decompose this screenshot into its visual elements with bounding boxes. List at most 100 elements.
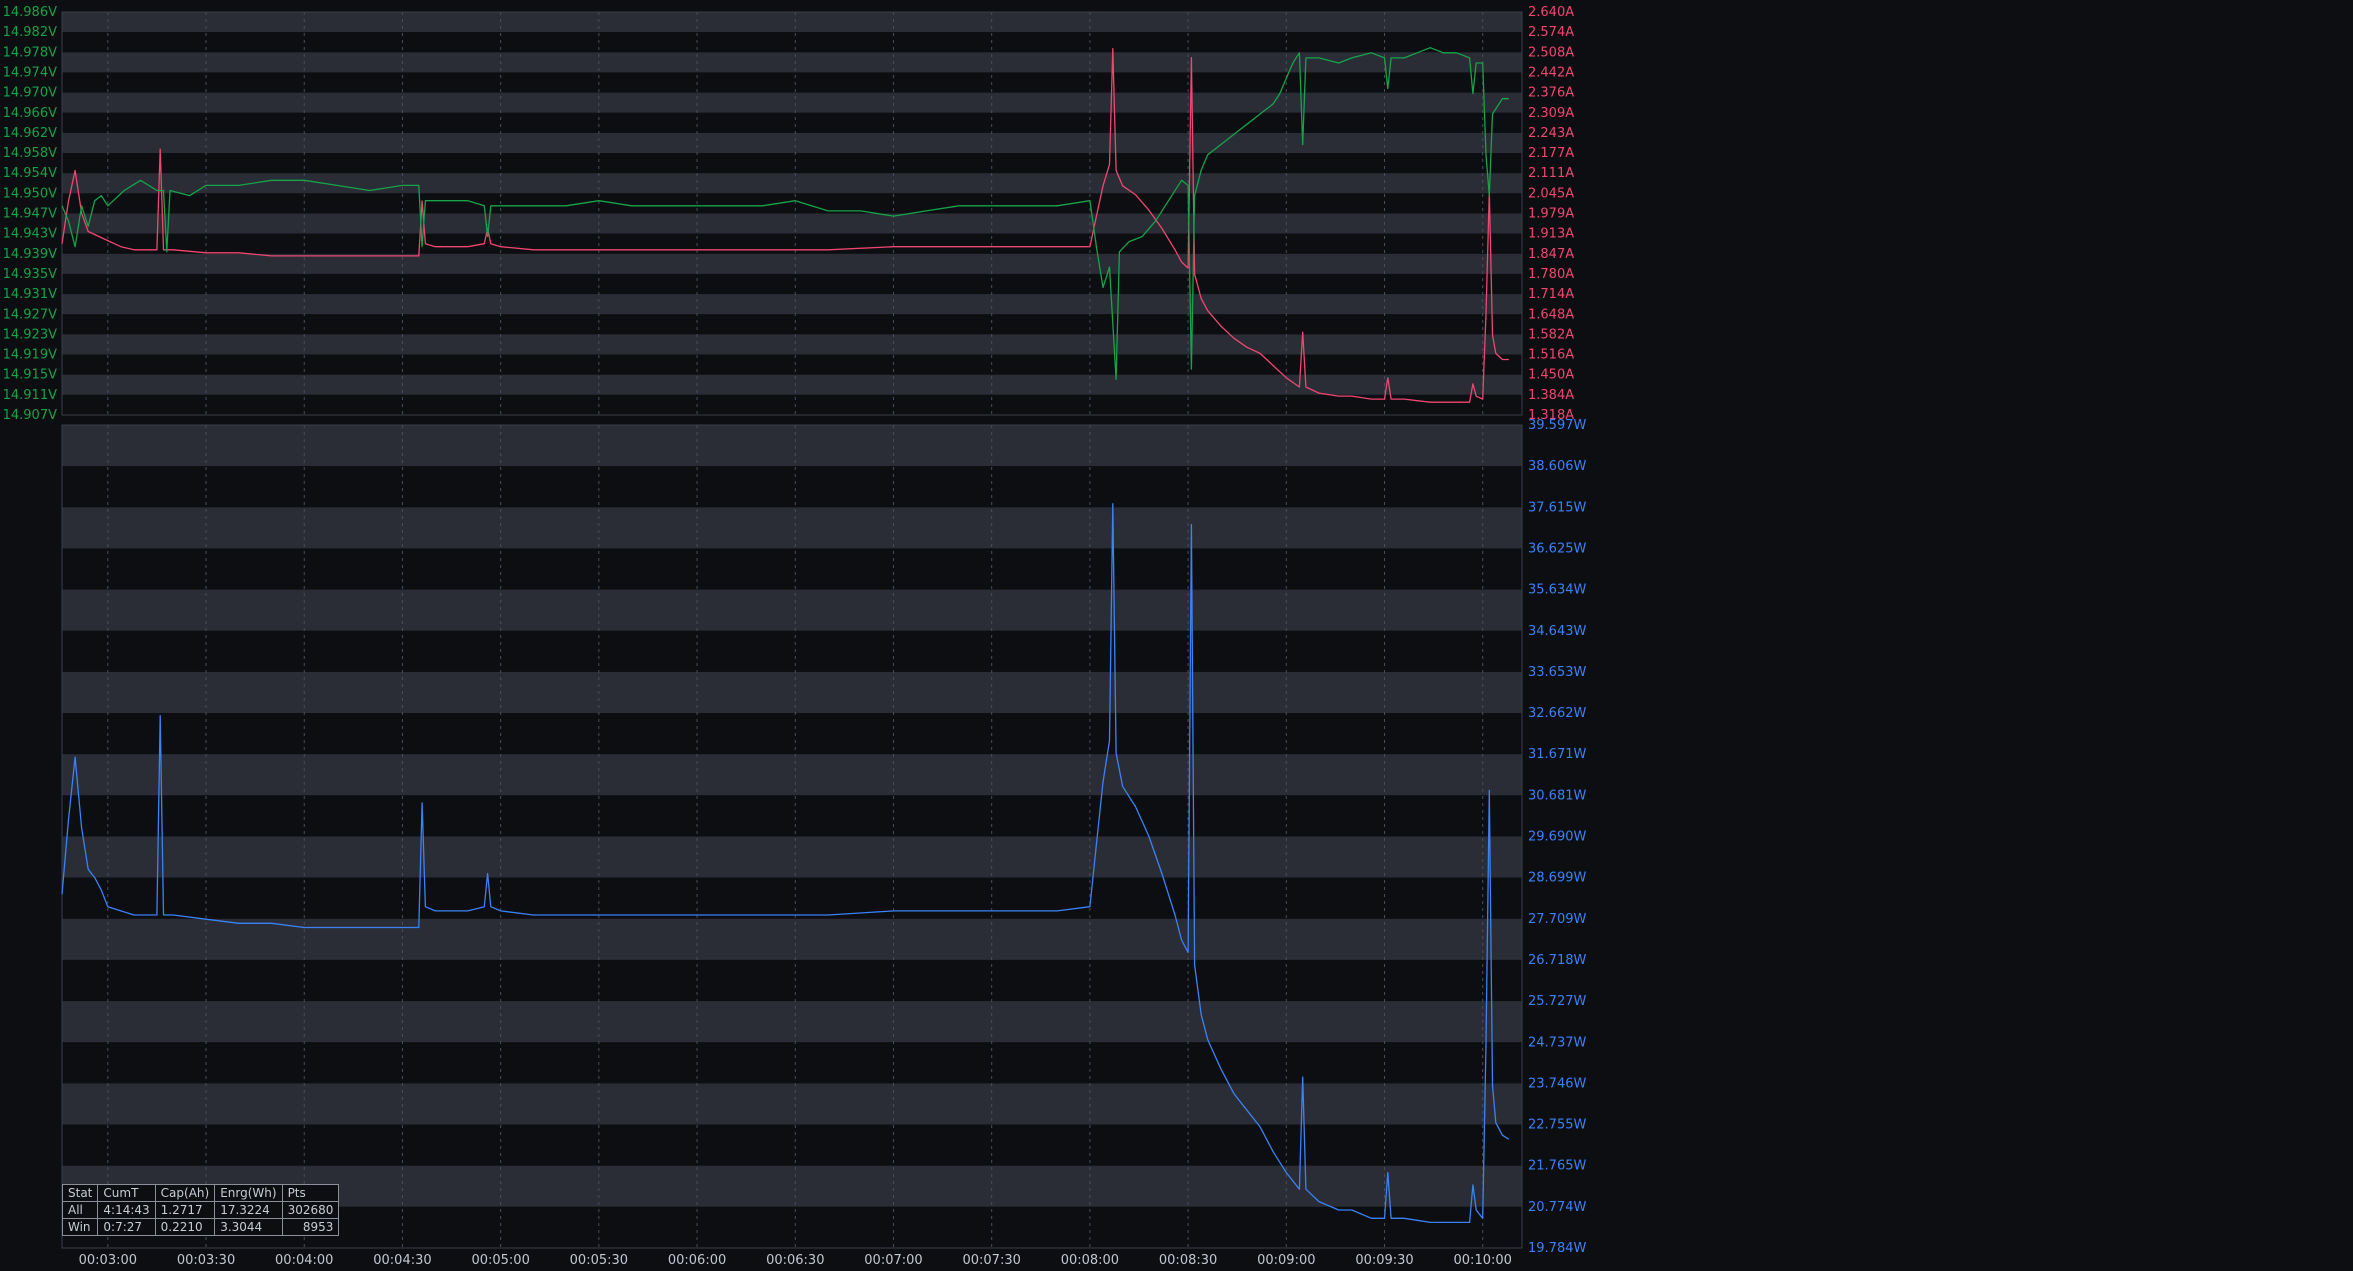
top-panel-grid-bands [62, 12, 1522, 415]
stats-cell: 17.3224 [214, 1201, 283, 1219]
time-tick-label: 00:05:00 [471, 1253, 529, 1268]
time-tick-label: 00:06:00 [668, 1253, 726, 1268]
current-tick-label: 1.582A [1528, 327, 1574, 342]
stats-cell: Win [61, 1218, 99, 1236]
stats-row-win: Win 0:7:27 0.2210 3.3044 8953 [61, 1218, 340, 1236]
voltage-tick-label: 14.911V [3, 388, 57, 403]
stats-cell: 1.2717 [154, 1201, 216, 1219]
grid-band [62, 713, 1522, 755]
voltage-tick-label: 14.982V [3, 25, 57, 40]
current-tick-label: 2.442A [1528, 65, 1574, 80]
current-tick-label: 1.714A [1528, 287, 1574, 302]
grid-band [62, 1001, 1522, 1043]
grid-band [62, 1124, 1522, 1166]
stats-row-all: All 4:14:43 1.2717 17.3224 302680 [61, 1201, 340, 1219]
time-tick-label: 00:10:00 [1454, 1253, 1512, 1268]
time-tick-label: 00:03:30 [177, 1253, 235, 1268]
stats-cell: 3.3044 [214, 1218, 283, 1236]
current-tick-label: 1.384A [1528, 388, 1574, 403]
grid-band [62, 32, 1522, 53]
current-tick-label: 2.574A [1528, 25, 1574, 40]
grid-band [62, 314, 1522, 335]
current-tick-label: 2.177A [1528, 146, 1574, 161]
grid-band [62, 836, 1522, 878]
current-tick-label: 2.045A [1528, 186, 1574, 201]
time-tick-label: 00:06:30 [766, 1253, 824, 1268]
power-monitor-chart: 14.986V 14.982V 14.978V 14.974V 14.970V 14.96… [0, 0, 2353, 1271]
current-tick-label: 2.243A [1528, 126, 1574, 141]
grid-band [62, 213, 1522, 234]
stats-header-cell: Cap(Ah) [154, 1184, 216, 1202]
grid-band [62, 959, 1522, 1002]
power-tick-label: 29.690W [1528, 830, 1586, 845]
current-tick-label: 1.847A [1528, 247, 1574, 262]
power-tick-label: 39.597W [1528, 418, 1586, 433]
current-tick-label: 2.508A [1528, 45, 1574, 60]
grid-band [62, 173, 1522, 194]
grid-band [62, 253, 1522, 274]
grid-band [62, 548, 1522, 590]
power-tick-label: 38.606W [1528, 459, 1586, 474]
grid-band [62, 877, 1522, 919]
current-tick-label: 2.376A [1528, 86, 1574, 101]
time-tick-label: 00:07:30 [962, 1253, 1020, 1268]
power-tick-label: 25.727W [1528, 994, 1586, 1009]
time-tick-label: 00:03:00 [79, 1253, 137, 1268]
voltage-tick-label: 14.947V [3, 207, 57, 222]
grid-band [62, 193, 1522, 214]
time-tick-label: 00:05:30 [570, 1253, 628, 1268]
voltage-tick-label: 14.907V [3, 408, 57, 423]
voltage-tick-label: 14.943V [3, 227, 57, 242]
voltage-tick-label: 14.954V [3, 166, 57, 181]
voltage-tick-label: 14.970V [3, 86, 57, 101]
power-tick-label: 33.653W [1528, 665, 1586, 680]
current-tick-label: 1.516A [1528, 348, 1574, 363]
power-tick-label: 22.755W [1528, 1118, 1586, 1133]
grid-band [62, 374, 1522, 395]
grid-band [62, 589, 1522, 631]
time-tick-label: 00:04:00 [275, 1253, 333, 1268]
grid-band [62, 52, 1522, 73]
stats-cell: All [61, 1201, 99, 1219]
stats-header-cell: Pts [281, 1184, 340, 1202]
power-tick-label: 24.737W [1528, 1035, 1586, 1050]
grid-band [62, 12, 1522, 33]
power-tick-label: 37.615W [1528, 500, 1586, 515]
grid-band [62, 153, 1522, 174]
power-tick-label: 32.662W [1528, 706, 1586, 721]
grid-band [62, 233, 1522, 254]
grid-band [62, 273, 1522, 295]
stats-cell: 302680 [281, 1201, 340, 1219]
voltage-tick-label: 14.950V [3, 186, 57, 201]
voltage-tick-label: 14.931V [3, 287, 57, 302]
time-tick-label: 00:04:30 [373, 1253, 431, 1268]
voltage-tick-label: 14.986V [3, 5, 57, 20]
stats-header-row: Stat CumT Cap(Ah) Enrg(Wh) Pts [61, 1184, 340, 1202]
voltage-tick-label: 14.915V [3, 368, 57, 383]
grid-band [62, 92, 1522, 113]
voltage-tick-label: 14.935V [3, 267, 57, 282]
voltage-tick-label: 14.958V [3, 146, 57, 161]
grid-band [62, 671, 1522, 714]
current-tick-label: 2.111A [1528, 166, 1574, 181]
current-tick-label: 2.309A [1528, 106, 1574, 121]
voltage-tick-label: 14.919V [3, 348, 57, 363]
stats-table: Stat CumT Cap(Ah) Enrg(Wh) Pts All 4:14:… [61, 1184, 340, 1236]
voltage-tick-label: 14.978V [3, 45, 57, 60]
bottom-panel-grid-bands [62, 425, 1522, 1248]
time-tick-label: 00:09:30 [1355, 1253, 1413, 1268]
time-tick-label: 00:08:00 [1061, 1253, 1119, 1268]
time-tick-label: 00:07:00 [864, 1253, 922, 1268]
grid-band [62, 507, 1522, 549]
current-tick-label: 1.780A [1528, 267, 1574, 282]
power-tick-label: 26.718W [1528, 953, 1586, 968]
power-tick-label: 21.765W [1528, 1159, 1586, 1174]
grid-band [62, 394, 1522, 415]
grid-band [62, 754, 1522, 796]
voltage-tick-label: 14.962V [3, 126, 57, 141]
grid-band [62, 630, 1522, 672]
grid-band [62, 72, 1522, 93]
stats-cell: 4:14:43 [97, 1201, 156, 1219]
voltage-tick-label: 14.974V [3, 65, 57, 80]
grid-band [62, 466, 1522, 508]
